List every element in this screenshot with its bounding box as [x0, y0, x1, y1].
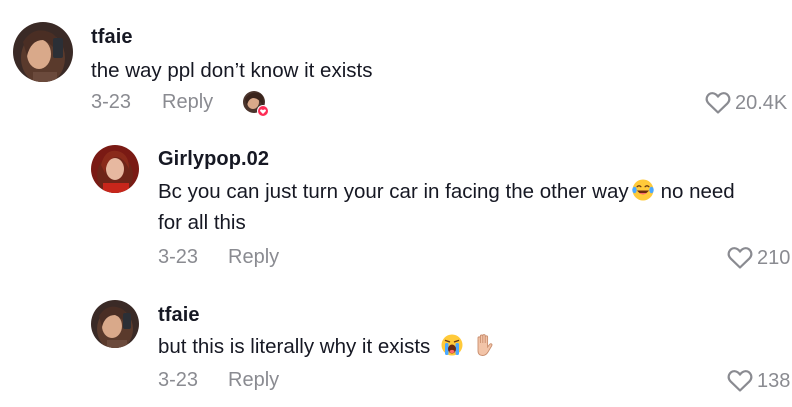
like-button[interactable]: 20.4K: [705, 91, 787, 115]
comment-username[interactable]: tfaie: [91, 26, 133, 49]
like-button[interactable]: 138: [727, 369, 790, 393]
comment-text-line-2: for all this: [158, 211, 246, 234]
loudly-crying-face-icon: [441, 334, 463, 356]
avatar[interactable]: [91, 145, 139, 193]
liked-by-creator-badge: [241, 90, 269, 117]
comment-text: the way ppl don’t know it exists: [91, 59, 373, 82]
reply-button[interactable]: Reply: [162, 91, 213, 114]
reply-button[interactable]: Reply: [228, 369, 279, 392]
avatar[interactable]: [13, 22, 73, 82]
heart-icon: [727, 370, 753, 392]
comment-text-continued: no need: [660, 180, 735, 203]
comment-text-line-1: Bc you can just turn your car in facing …: [158, 176, 735, 207]
face-with-tears-of-joy-icon: [631, 179, 654, 201]
comment-text-line: but this is literally why it exists: [158, 331, 502, 362]
avatar-tfaie-image: [91, 300, 139, 348]
comment-text: but this is literally why it exists: [158, 335, 431, 358]
comment-username[interactable]: Girlypop.02: [158, 148, 269, 171]
like-count: 138: [757, 369, 791, 392]
comment-text: Bc you can just turn your car in facing …: [158, 180, 629, 203]
reply-button[interactable]: Reply: [228, 246, 279, 269]
like-count: 210: [757, 246, 791, 269]
raised-hand-icon: [477, 334, 493, 356]
comment-date: 3-23: [158, 246, 199, 268]
avatar-girlypop-image: [91, 145, 139, 193]
heart-icon: [705, 92, 731, 114]
like-button[interactable]: 210: [727, 246, 790, 270]
like-count: 20.4K: [735, 91, 788, 114]
avatar[interactable]: [91, 300, 139, 348]
comment-username[interactable]: tfaie: [158, 304, 200, 327]
comment-date: 3-23: [91, 91, 132, 113]
heart-icon: [727, 247, 753, 269]
avatar-tfaie-image: [13, 22, 73, 82]
comment-date: 3-23: [158, 369, 199, 391]
